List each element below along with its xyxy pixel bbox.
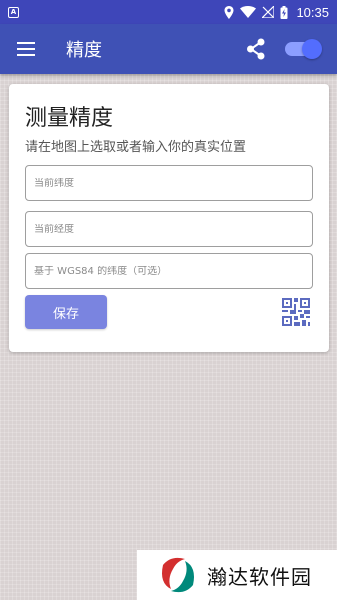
share-icon — [247, 38, 265, 60]
watermark-logo — [162, 557, 194, 593]
no-signal-icon — [262, 6, 275, 18]
app-bar: 精度 — [0, 24, 337, 74]
card-subtitle: 请在地图上选取或者输入你的真实位置 — [25, 140, 247, 155]
wifi-icon — [240, 6, 257, 18]
notification-app-icon: A — [8, 6, 19, 18]
latitude-input[interactable] — [34, 177, 304, 189]
toggle-switch[interactable] — [285, 39, 322, 59]
wgs84-latitude-field[interactable] — [25, 253, 313, 289]
latitude-field[interactable] — [25, 165, 313, 201]
card-title: 测量精度 — [25, 106, 114, 131]
status-time: 10:35 — [296, 4, 329, 20]
watermark: 瀚达软件园 — [137, 550, 337, 600]
watermark-text: 瀚达软件园 — [207, 564, 312, 589]
accuracy-card: 测量精度 请在地图上选取或者输入你的真实位置 保存 — [9, 84, 329, 352]
status-bar: A 10:35 — [0, 0, 337, 24]
longitude-field[interactable] — [25, 211, 313, 247]
menu-button[interactable] — [0, 24, 52, 74]
save-button[interactable]: 保存 — [25, 295, 107, 329]
longitude-input[interactable] — [34, 223, 304, 235]
qr-code-icon[interactable] — [282, 298, 310, 326]
wgs84-latitude-input[interactable] — [34, 265, 304, 277]
location-icon — [224, 5, 234, 19]
share-button[interactable] — [241, 24, 271, 74]
page-title: 精度 — [66, 40, 102, 61]
battery-charging-icon — [280, 5, 288, 19]
menu-icon — [17, 42, 35, 56]
toggle-knob — [302, 39, 322, 59]
